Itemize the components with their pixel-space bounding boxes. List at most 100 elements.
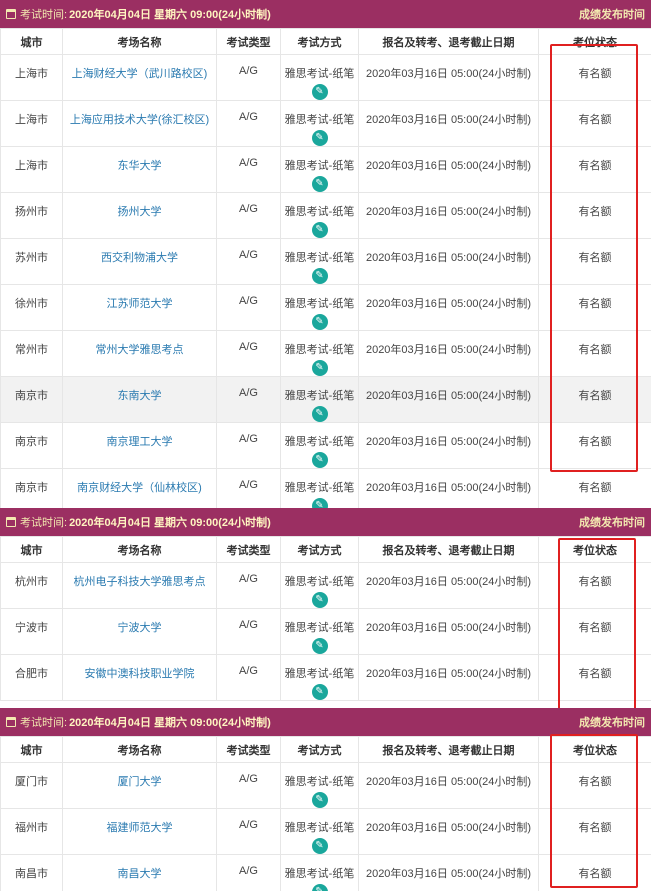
exam-type-cell: A/G <box>239 341 258 353</box>
venue-table: 城市 考场名称 考试类型 考试方式 报名及转考、退考截止日期 考位状态 上海市上… <box>0 28 651 515</box>
venue-link[interactable]: 南京财经大学（仙林校区) <box>77 482 202 494</box>
venue-link[interactable]: 上海财经大学（武川路校区) <box>72 68 208 80</box>
deadline-cell: 2020年03月16日 05:00(24小时制) <box>365 776 532 788</box>
city-cell: 南京市 <box>15 436 48 448</box>
pencil-icon[interactable]: ✎ <box>311 222 328 238</box>
table-row: 上海市 上海应用技术大学(徐汇校区) A/G 雅思考试-纸笔 ✎ 2020年03月16日 … <box>0 100 651 147</box>
venue-link[interactable]: 扬州大学 <box>118 206 162 218</box>
pencil-icon[interactable]: ✎ <box>311 838 328 854</box>
city-cell: 宁波市 <box>15 622 48 634</box>
venue-link[interactable]: 西交利物浦大学 <box>101 252 178 264</box>
exam-type-cell: A/G <box>239 773 258 785</box>
result-release-link[interactable]: 成绩发布时间 <box>579 6 645 22</box>
exam-type-cell: A/G <box>239 157 258 169</box>
exam-method-cell: 雅思考试-纸笔 <box>284 114 355 126</box>
col-city: 城市 <box>0 536 63 563</box>
exam-method-cell: 雅思考试-纸笔 <box>284 206 355 218</box>
exam-type-cell: A/G <box>239 865 258 877</box>
exam-section-2: 考试时间: 2020年04月04日 星期六 09:00(24小时制) 成绩发布时… <box>0 508 651 710</box>
table-row: 徐州市 江苏师范大学 A/G 雅思考试-纸笔 ✎ 2020年03月16日 05:00(24… <box>0 284 651 331</box>
pencil-icon[interactable]: ✎ <box>311 360 328 376</box>
exam-method-cell: 雅思考试-纸笔 <box>284 68 355 80</box>
pencil-icon[interactable]: ✎ <box>311 130 328 146</box>
pencil-icon[interactable]: ✎ <box>311 684 328 700</box>
exam-method-cell: 雅思考试-纸笔 <box>284 390 355 402</box>
venue-table: 城市 考场名称 考试类型 考试方式 报名及转考、退考截止日期 考位状态 厦门市厦… <box>0 736 651 891</box>
seat-status-cell: 有名额 <box>578 868 612 880</box>
table-row: 扬州市 扬州大学 A/G 雅思考试-纸笔 ✎ 2020年03月16日 05:00(24小时… <box>0 192 651 239</box>
exam-section-1: 考试时间: 2020年04月04日 星期六 09:00(24小时制) 成绩发布时… <box>0 0 651 515</box>
exam-method-cell: 雅思考试-纸笔 <box>284 622 355 634</box>
venue-table: 城市 考场名称 考试类型 考试方式 报名及转考、退考截止日期 考位状态 杭州市杭… <box>0 536 651 701</box>
exam-time-label: 考试时间: <box>20 9 68 21</box>
venue-link[interactable]: 江苏师范大学 <box>107 298 173 310</box>
col-method: 考试方式 <box>280 536 359 563</box>
col-city: 城市 <box>0 736 63 763</box>
venue-link[interactable]: 东南大学 <box>118 390 162 402</box>
pencil-icon[interactable]: ✎ <box>311 314 328 330</box>
col-venue: 考场名称 <box>62 28 217 55</box>
pencil-icon[interactable]: ✎ <box>311 268 328 284</box>
venue-link[interactable]: 宁波大学 <box>118 622 162 634</box>
venue-link[interactable]: 南京理工大学 <box>107 436 173 448</box>
exam-method-cell: 雅思考试-纸笔 <box>284 160 355 172</box>
exam-date: 2020年04月04日 星期六 09:00(24小时制) <box>69 517 271 529</box>
seat-status-cell: 有名额 <box>578 114 612 126</box>
col-venue: 考场名称 <box>62 736 217 763</box>
deadline-cell: 2020年03月16日 05:00(24小时制) <box>365 482 532 494</box>
exam-header: 考试时间: 2020年04月04日 星期六 09:00(24小时制) 成绩发布时… <box>0 708 651 736</box>
deadline-cell: 2020年03月16日 05:00(24小时制) <box>365 160 532 172</box>
venue-link[interactable]: 杭州电子科技大学雅思考点 <box>74 576 206 588</box>
table-row: 宁波市 宁波大学 A/G 雅思考试-纸笔 ✎ 2020年03月16日 05:00(24小时… <box>0 608 651 655</box>
exam-header: 考试时间: 2020年04月04日 星期六 09:00(24小时制) 成绩发布时… <box>0 0 651 28</box>
exam-method-cell: 雅思考试-纸笔 <box>284 576 355 588</box>
table-row: 南京市 南京理工大学 A/G 雅思考试-纸笔 ✎ 2020年03月16日 05:00(24… <box>0 422 651 469</box>
deadline-cell: 2020年03月16日 05:00(24小时制) <box>365 668 532 680</box>
deadline-cell: 2020年03月16日 05:00(24小时制) <box>365 344 532 356</box>
venue-link[interactable]: 常州大学雅思考点 <box>96 344 184 356</box>
venue-link[interactable]: 厦门大学 <box>118 776 162 788</box>
seat-status-cell: 有名额 <box>578 252 612 264</box>
seat-status-cell: 有名额 <box>578 160 612 172</box>
table-row: 杭州市 杭州电子科技大学雅思考点 A/G 雅思考试-纸笔 ✎ 2020年03月16日 05… <box>0 562 651 609</box>
table-row: 常州市 常州大学雅思考点 A/G 雅思考试-纸笔 ✎ 2020年03月16日 05:00(… <box>0 330 651 377</box>
pencil-icon[interactable]: ✎ <box>311 84 328 100</box>
exam-type-cell: A/G <box>239 295 258 307</box>
deadline-cell: 2020年03月16日 05:00(24小时制) <box>365 622 532 634</box>
seat-status-cell: 有名额 <box>578 344 612 356</box>
exam-time-label: 考试时间: <box>20 717 68 729</box>
exam-type-cell: A/G <box>239 65 258 77</box>
pencil-icon[interactable]: ✎ <box>311 638 328 654</box>
table-row: 苏州市 西交利物浦大学 A/G 雅思考试-纸笔 ✎ 2020年03月16日 05:00(2… <box>0 238 651 285</box>
exam-type-cell: A/G <box>239 111 258 123</box>
venue-link[interactable]: 南昌大学 <box>118 868 162 880</box>
col-deadline: 报名及转考、退考截止日期 <box>358 28 539 55</box>
city-cell: 常州市 <box>15 344 48 356</box>
col-city: 城市 <box>0 28 63 55</box>
venue-link[interactable]: 上海应用技术大学(徐汇校区) <box>70 114 209 126</box>
col-deadline: 报名及转考、退考截止日期 <box>358 736 539 763</box>
pencil-icon[interactable]: ✎ <box>311 406 328 422</box>
result-release-link[interactable]: 成绩发布时间 <box>579 514 645 530</box>
exam-time-label: 考试时间: <box>20 517 68 529</box>
pencil-icon[interactable]: ✎ <box>311 452 328 468</box>
venue-link[interactable]: 安徽中澳科技职业学院 <box>85 668 195 680</box>
seat-status-cell: 有名额 <box>578 668 612 680</box>
venue-link[interactable]: 东华大学 <box>118 160 162 172</box>
table-row: 上海市 东华大学 A/G 雅思考试-纸笔 ✎ 2020年03月16日 05:00(24小时… <box>0 146 651 193</box>
pencil-icon[interactable]: ✎ <box>311 884 328 891</box>
col-method: 考试方式 <box>280 736 359 763</box>
exam-type-cell: A/G <box>239 433 258 445</box>
exam-type-cell: A/G <box>239 619 258 631</box>
calendar-icon <box>6 717 16 727</box>
col-method: 考试方式 <box>280 28 359 55</box>
city-cell: 杭州市 <box>15 576 48 588</box>
pencil-icon[interactable]: ✎ <box>311 592 328 608</box>
pencil-icon[interactable]: ✎ <box>311 176 328 192</box>
seat-status-cell: 有名额 <box>578 776 612 788</box>
venue-link[interactable]: 福建师范大学 <box>107 822 173 834</box>
pencil-icon[interactable]: ✎ <box>311 792 328 808</box>
exam-method-cell: 雅思考试-纸笔 <box>284 252 355 264</box>
result-release-link[interactable]: 成绩发布时间 <box>579 714 645 730</box>
seat-status-cell: 有名额 <box>578 68 612 80</box>
